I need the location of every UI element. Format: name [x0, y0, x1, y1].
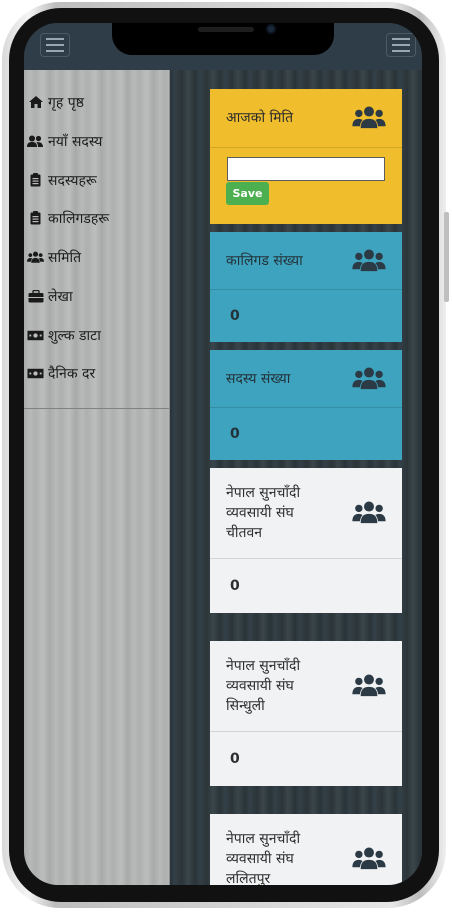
- date-input[interactable]: [227, 157, 385, 181]
- main-content: आजको मिति Save कालिगड संख्या 0 सदस्य संख…: [170, 70, 422, 885]
- card-title-line: व्यवसायी संघ: [226, 678, 294, 694]
- member-count-value: 0: [230, 426, 240, 442]
- sidebar-item-new-member[interactable]: नयाँ सदस्य: [27, 130, 102, 152]
- card-today-date: आजको मिति Save: [210, 89, 402, 224]
- artisan-count-value: 0: [230, 308, 240, 324]
- sidebar-item-label: दैनिक दर: [48, 365, 96, 382]
- card-title: नेपाल सुनचाँदी व्यवसायी संघ ललितपुर: [226, 829, 300, 885]
- card-divider: [210, 147, 402, 148]
- card-title-line: नेपाल सुनचाँदी: [226, 658, 301, 674]
- card-footer: 0: [210, 289, 402, 342]
- card-title-line: व्यवसायी संघ: [226, 505, 294, 521]
- card-title: कालिगड संख्या: [226, 252, 303, 269]
- menu-toggle-left-icon[interactable]: [40, 33, 70, 57]
- card-header: कालिगड संख्या: [210, 232, 402, 289]
- save-button[interactable]: Save: [226, 182, 269, 205]
- card-title: नेपाल सुनचाँदी व्यवसायी संघ सिन्धुली: [226, 656, 300, 716]
- sidebar-item-fee-data[interactable]: शुल्क डाटा: [27, 324, 101, 346]
- card-branch-lalitpur: नेपाल सुनचाँदी व्यवसायी संघ ललितपुर: [210, 814, 402, 885]
- sidebar-item-home[interactable]: गृह पृष्ठ: [27, 91, 84, 113]
- card-title: सदस्य संख्या: [226, 370, 291, 387]
- card-header: नेपाल सुनचाँदी व्यवसायी संघ सिन्धुली: [210, 641, 402, 731]
- sidebar-item-label: लेखा: [48, 288, 73, 305]
- card-artisan-count: कालिगड संख्या 0: [210, 232, 402, 342]
- phone-side-button: [444, 212, 449, 302]
- home-icon: [27, 95, 44, 109]
- user-plus-icon: [27, 134, 44, 148]
- users-icon: [27, 250, 44, 264]
- sidebar-item-label: कालिगडहरू: [48, 210, 110, 227]
- front-camera: [266, 24, 276, 34]
- phone-screen: गृह पृष्ठ नयाँ सदस्य सदस्यहरू कालिगडहरू …: [24, 23, 422, 885]
- card-footer: 0: [210, 558, 402, 613]
- card-branch-chitwan: नेपाल सुनचाँदी व्यवसायी संघ चीतवन 0: [210, 468, 402, 613]
- briefcase-icon: [27, 289, 44, 303]
- sidebar-item-label: नयाँ सदस्य: [48, 133, 103, 150]
- sidebar-item-label: समिति: [48, 249, 82, 266]
- money-icon: [27, 366, 44, 380]
- card-title: नेपाल सुनचाँदी व्यवसायी संघ चीतवन: [226, 483, 300, 543]
- card-header: नेपाल सुनचाँदी व्यवसायी संघ ललितपुर: [210, 814, 402, 885]
- users-icon: [352, 106, 386, 130]
- sidebar-item-artisans[interactable]: कालिगडहरू: [27, 207, 109, 229]
- card-header: नेपाल सुनचाँदी व्यवसायी संघ चीतवन: [210, 468, 402, 558]
- card-title-line: नेपाल सुनचाँदी: [226, 831, 301, 847]
- card-title-line: सिन्धुली: [226, 698, 265, 714]
- sindhuli-count-value: 0: [230, 751, 240, 767]
- card-footer: 0: [210, 731, 402, 786]
- top-navbar: [24, 23, 422, 70]
- clipboard-icon: [27, 173, 44, 187]
- card-header: सदस्य संख्या: [210, 350, 402, 407]
- card-title-line: चीतवन: [226, 525, 263, 541]
- sidebar-item-label: गृह पृष्ठ: [48, 94, 84, 111]
- menu-toggle-right-icon[interactable]: [386, 33, 416, 57]
- card-title: आजको मिति: [226, 110, 294, 126]
- sidebar-item-members[interactable]: सदस्यहरू: [27, 169, 97, 191]
- sidebar-item-accounts[interactable]: लेखा: [27, 285, 73, 307]
- card-title-line: ललितपुर: [226, 871, 271, 885]
- card-branch-sindhuli: नेपाल सुनचाँदी व्यवसायी संघ सिन्धुली 0: [210, 641, 402, 786]
- sidebar-item-label: सदस्यहरू: [48, 172, 97, 189]
- users-icon: [352, 501, 386, 525]
- phone-notch: [112, 23, 334, 55]
- card-footer: 0: [210, 407, 402, 460]
- card-member-count: सदस्य संख्या 0: [210, 350, 402, 460]
- sidebar-item-committee[interactable]: समिति: [27, 246, 81, 268]
- sidebar-item-label: शुल्क डाटा: [48, 327, 101, 344]
- users-icon: [352, 847, 386, 871]
- users-icon: [352, 249, 386, 273]
- sidebar-divider: [24, 408, 169, 409]
- users-icon: [352, 367, 386, 391]
- sidebar: गृह पृष्ठ नयाँ सदस्य सदस्यहरू कालिगडहरू …: [24, 70, 170, 885]
- card-title-line: व्यवसायी संघ: [226, 851, 294, 867]
- clipboard-icon: [27, 211, 44, 225]
- speaker-grille: [198, 27, 254, 32]
- card-header: आजको मिति: [210, 89, 402, 147]
- money-icon: [27, 328, 44, 342]
- card-title-line: नेपाल सुनचाँदी: [226, 485, 301, 501]
- users-icon: [352, 674, 386, 698]
- sidebar-item-daily-rate[interactable]: दैनिक दर: [27, 362, 95, 384]
- chitwan-count-value: 0: [230, 578, 240, 594]
